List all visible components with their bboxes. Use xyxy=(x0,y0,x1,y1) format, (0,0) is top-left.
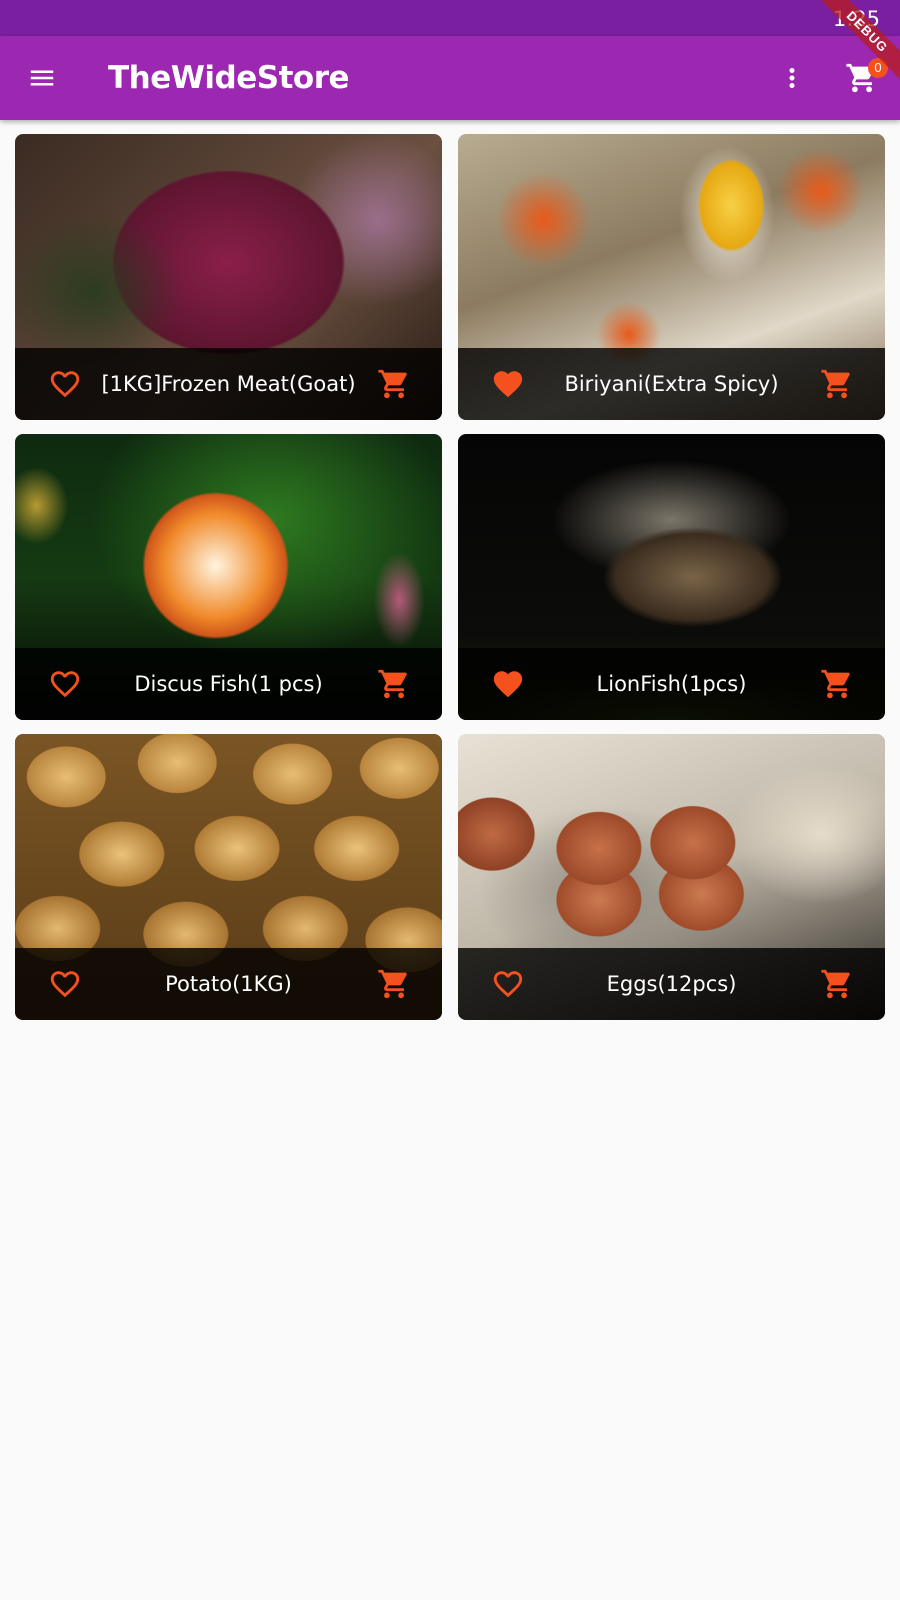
add-to-cart-button[interactable] xyxy=(813,960,861,1008)
cart-button[interactable]: 0 xyxy=(838,54,888,102)
heart-filled-icon xyxy=(493,371,523,398)
add-to-cart-button[interactable] xyxy=(370,960,418,1008)
menu-icon xyxy=(30,70,54,86)
product-footer: Potato(1KG) xyxy=(15,948,442,1020)
favorite-button[interactable] xyxy=(41,360,89,408)
product-title: Eggs(12pcs) xyxy=(606,972,737,996)
add-cart-icon xyxy=(821,669,850,699)
favorite-button[interactable] xyxy=(484,360,532,408)
product-footer: Discus Fish(1 pcs) xyxy=(15,648,442,720)
product-card[interactable]: [1KG]Frozen Meat(Goat) xyxy=(15,134,442,420)
heart-outline-icon xyxy=(50,971,80,998)
product-card[interactable]: Discus Fish(1 pcs) xyxy=(15,434,442,720)
add-to-cart-button[interactable] xyxy=(370,360,418,408)
cart-count-badge: 0 xyxy=(868,58,888,78)
menu-button[interactable] xyxy=(18,54,66,102)
add-cart-icon xyxy=(821,969,850,999)
favorite-button[interactable] xyxy=(484,660,532,708)
add-to-cart-button[interactable] xyxy=(813,360,861,408)
heart-outline-icon xyxy=(493,971,523,998)
product-card[interactable]: Biriyani(Extra Spicy) xyxy=(458,134,885,420)
heart-outline-icon xyxy=(50,671,80,698)
product-title: Biriyani(Extra Spicy) xyxy=(564,372,779,396)
favorite-button[interactable] xyxy=(41,660,89,708)
add-cart-icon xyxy=(378,369,407,399)
app-bar: TheWideStore 0 xyxy=(0,36,900,120)
app-title: TheWideStore xyxy=(108,60,350,96)
product-title: LionFish(1pcs) xyxy=(596,672,747,696)
add-cart-icon xyxy=(378,969,407,999)
product-title: Potato(1KG) xyxy=(165,972,292,996)
heart-outline-icon xyxy=(50,371,80,398)
product-card[interactable]: Eggs(12pcs) xyxy=(458,734,885,1020)
product-footer: Biriyani(Extra Spicy) xyxy=(458,348,885,420)
add-cart-icon xyxy=(821,369,850,399)
heart-filled-icon xyxy=(493,671,523,698)
product-card[interactable]: Potato(1KG) xyxy=(15,734,442,1020)
favorite-button[interactable] xyxy=(41,960,89,1008)
add-cart-icon xyxy=(378,669,407,699)
add-to-cart-button[interactable] xyxy=(813,660,861,708)
product-card[interactable]: LionFish(1pcs) xyxy=(458,434,885,720)
favorite-button[interactable] xyxy=(484,960,532,1008)
product-title: Discus Fish(1 pcs) xyxy=(134,672,323,696)
more-options-button[interactable] xyxy=(768,54,816,102)
product-footer: LionFish(1pcs) xyxy=(458,648,885,720)
status-time: 1:25 xyxy=(832,7,880,31)
product-title: [1KG]Frozen Meat(Goat) xyxy=(101,372,356,396)
status-bar: 1:25 xyxy=(0,0,900,36)
more-vert-icon xyxy=(789,68,795,88)
add-to-cart-button[interactable] xyxy=(370,660,418,708)
product-footer: [1KG]Frozen Meat(Goat) xyxy=(15,348,442,420)
product-grid: [1KG]Frozen Meat(Goat) Biriyani(Extra Sp… xyxy=(15,134,885,1020)
product-footer: Eggs(12pcs) xyxy=(458,948,885,1020)
